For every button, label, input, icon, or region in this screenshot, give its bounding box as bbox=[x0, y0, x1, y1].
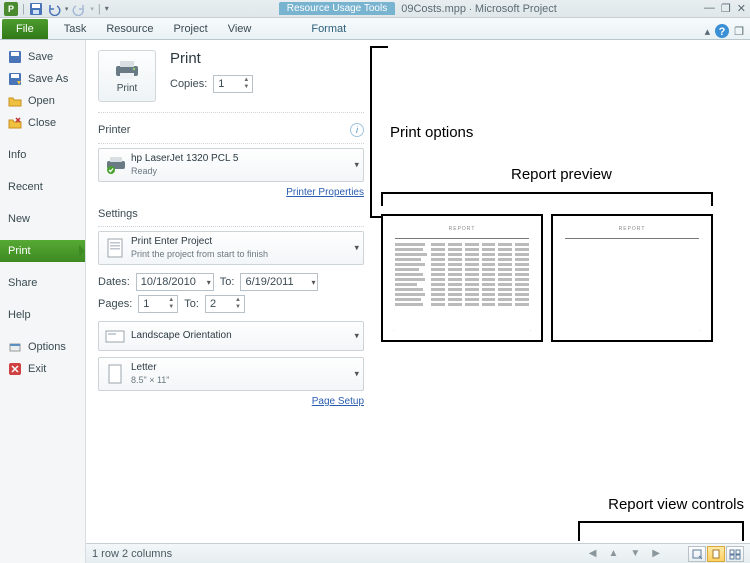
tab-task[interactable]: Task bbox=[54, 19, 97, 39]
nav-share[interactable]: Share bbox=[0, 272, 85, 294]
nav-info[interactable]: Info bbox=[0, 144, 85, 166]
minimize-ribbon-icon[interactable]: ▴ bbox=[705, 25, 711, 38]
redo-dropdown-icon[interactable]: ▾ bbox=[90, 5, 94, 13]
view-one-page-button[interactable] bbox=[707, 546, 725, 562]
nav-help[interactable]: Help bbox=[0, 304, 85, 326]
orientation-label: Landscape Orientation bbox=[131, 330, 232, 342]
preview-nav: ◀ ▲ ▼ ▶ bbox=[587, 546, 744, 562]
qat-customize-icon[interactable]: ▾ bbox=[105, 4, 109, 13]
chevron-down-icon: ▾ bbox=[354, 369, 359, 380]
save-icon[interactable] bbox=[29, 2, 43, 16]
file-tab[interactable]: File bbox=[2, 19, 48, 39]
scope-sub: Print the project from start to finish bbox=[131, 248, 268, 260]
window-title: 09Costs.mpp · Microsoft Project bbox=[401, 3, 557, 15]
paper-size-selector[interactable]: Letter 8.5" × 11" ▾ bbox=[98, 357, 364, 391]
nav-down-icon[interactable]: ▼ bbox=[628, 548, 642, 559]
restore-icon[interactable]: ❐ bbox=[721, 2, 731, 15]
nav-right-icon[interactable]: ▶ bbox=[650, 548, 662, 559]
dates-label: Dates: bbox=[98, 276, 130, 288]
nav-left-icon[interactable]: ◀ bbox=[587, 548, 599, 559]
tab-format[interactable]: Format bbox=[301, 19, 356, 39]
to-label: To: bbox=[184, 298, 199, 310]
close-window-icon[interactable]: ✕ bbox=[737, 2, 746, 15]
tab-project[interactable]: Project bbox=[163, 19, 217, 39]
pages-label: Pages: bbox=[98, 298, 132, 310]
settings-heading: Settings bbox=[98, 208, 138, 220]
qat-divider: | bbox=[98, 3, 101, 15]
view-multi-page-button[interactable] bbox=[726, 546, 744, 562]
ribbon-tabs: File Task Resource Project View Format ▴… bbox=[0, 18, 750, 40]
bracket-report-preview bbox=[381, 192, 713, 206]
printer-name: hp LaserJet 1320 PCL 5 bbox=[131, 153, 238, 165]
nav-open[interactable]: Open bbox=[0, 90, 85, 112]
paper-size: 8.5" × 11" bbox=[131, 374, 170, 386]
tab-view[interactable]: View bbox=[218, 19, 262, 39]
scope-title: Print Enter Project bbox=[131, 236, 268, 248]
undo-dropdown-icon[interactable]: ▾ bbox=[65, 5, 69, 13]
annotation-view-controls: Report view controls bbox=[608, 496, 744, 513]
quick-access-toolbar: P | ▾ ▾ | ▾ bbox=[4, 2, 109, 16]
nav-exit[interactable]: Exit bbox=[0, 358, 85, 380]
redo-icon[interactable] bbox=[72, 2, 86, 16]
landscape-icon bbox=[105, 326, 125, 346]
date-to-input[interactable]: 6/19/2011▾ bbox=[240, 273, 318, 291]
nav-print[interactable]: Print bbox=[0, 240, 85, 262]
print-scope-selector[interactable]: Print Enter Project Print the project fr… bbox=[98, 231, 364, 265]
page-setup-link[interactable]: Page Setup bbox=[312, 396, 364, 407]
preview-page-2: REPORT · bbox=[551, 214, 713, 342]
chevron-down-icon: ▾ bbox=[354, 243, 359, 254]
copies-label: Copies: bbox=[170, 78, 207, 90]
minimize-icon[interactable]: — bbox=[704, 2, 715, 15]
contextual-tool-label: Resource Usage Tools bbox=[279, 2, 395, 15]
nav-save-as[interactable]: Save As bbox=[0, 68, 85, 90]
annotation-print-options: Print options bbox=[390, 124, 473, 141]
qat-divider: | bbox=[22, 3, 25, 15]
chevron-down-icon: ▾ bbox=[354, 160, 359, 171]
printer-icon bbox=[113, 59, 141, 81]
date-from-input[interactable]: 10/18/2010▾ bbox=[136, 273, 214, 291]
preview-pages[interactable]: REPORT ·· REPORT · bbox=[381, 214, 713, 342]
nav-up-icon[interactable]: ▲ bbox=[606, 548, 620, 559]
printer-ready-icon bbox=[105, 155, 125, 175]
print-panel: Print Print Copies: 1 ▲▼ Printer i bbox=[86, 40, 376, 563]
nav-save[interactable]: Save bbox=[0, 46, 85, 68]
title-bar: P | ▾ ▾ | ▾ Resource Usage Tools 09Costs… bbox=[0, 0, 750, 18]
preview-page-1: REPORT ·· bbox=[381, 214, 543, 342]
nav-close[interactable]: Close bbox=[0, 112, 85, 134]
print-button[interactable]: Print bbox=[98, 50, 156, 102]
to-label: To: bbox=[220, 276, 235, 288]
page-to-spinner[interactable]: 2▲▼ bbox=[205, 295, 245, 313]
bracket-view-controls bbox=[578, 521, 744, 541]
chevron-down-icon: ▾ bbox=[354, 331, 359, 342]
undo-icon[interactable] bbox=[47, 2, 61, 16]
status-text: 1 row 2 columns bbox=[92, 548, 172, 560]
app-icon: P bbox=[4, 2, 18, 16]
copies-spinner[interactable]: 1 ▲▼ bbox=[213, 75, 253, 93]
annotation-report-preview: Report preview bbox=[511, 166, 612, 183]
svg-text:?: ? bbox=[719, 26, 726, 38]
printer-heading: Printer bbox=[98, 124, 130, 136]
view-actual-size-button[interactable] bbox=[688, 546, 706, 562]
printer-properties-link[interactable]: Printer Properties bbox=[286, 187, 364, 198]
paper-name: Letter bbox=[131, 362, 170, 374]
backstage-nav: Save Save As Open Close Info Recent New … bbox=[0, 40, 86, 563]
nav-recent[interactable]: Recent bbox=[0, 176, 85, 198]
printer-selector[interactable]: hp LaserJet 1320 PCL 5 Ready ▾ bbox=[98, 148, 364, 182]
preview-area: Print options Report preview REPORT ·· bbox=[376, 40, 750, 563]
page-from-spinner[interactable]: 1▲▼ bbox=[138, 295, 178, 313]
nav-options[interactable]: Options bbox=[0, 336, 85, 358]
document-icon bbox=[105, 238, 125, 258]
status-bar: 1 row 2 columns ◀ ▲ ▼ ▶ bbox=[86, 543, 750, 563]
orientation-selector[interactable]: Landscape Orientation ▾ bbox=[98, 321, 364, 351]
page-icon bbox=[105, 364, 125, 384]
help-icon[interactable]: ? bbox=[714, 23, 730, 39]
printer-info-icon[interactable]: i bbox=[350, 123, 364, 137]
tab-resource[interactable]: Resource bbox=[96, 19, 163, 39]
printer-status: Ready bbox=[131, 165, 238, 177]
nav-new[interactable]: New bbox=[0, 208, 85, 230]
ribbon-restore-icon[interactable]: ❐ bbox=[734, 25, 744, 38]
print-heading: Print bbox=[170, 50, 253, 67]
